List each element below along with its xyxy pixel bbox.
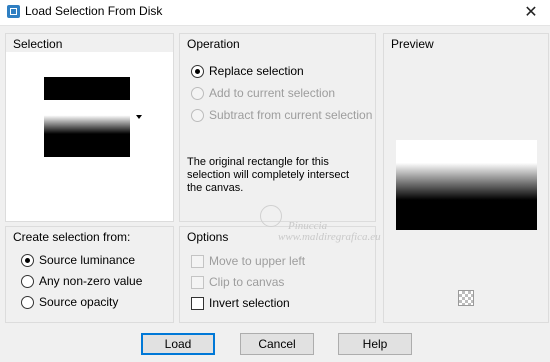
preview-panel: Preview	[383, 33, 549, 323]
radio-indicator[interactable]	[191, 86, 204, 100]
radio-add-to-selection[interactable]: Add to current selection	[191, 85, 335, 101]
create-selection-from-body: Source luminance Any non-zero value Sour…	[6, 245, 173, 322]
radio-label: Add to current selection	[209, 86, 336, 100]
checkbox-clip-to-canvas[interactable]: Clip to canvas	[191, 274, 284, 290]
checkbox-label: Invert selection	[209, 296, 290, 310]
operation-panel: Operation Replace selection Add to curre…	[179, 33, 376, 222]
radio-label: Replace selection	[209, 64, 304, 78]
radio-indicator[interactable]	[191, 108, 204, 122]
operation-header: Operation	[187, 37, 240, 51]
radio-label: Subtract from current selection	[209, 108, 373, 122]
selection-thumbnail-gradient	[44, 100, 130, 134]
radio-any-non-zero-value[interactable]: Any non-zero value	[21, 273, 142, 289]
watermark-line2: www.maldiregrafica.eu	[278, 231, 381, 243]
checkbox-move-to-upper-left[interactable]: Move to upper left	[191, 253, 305, 269]
selection-thumbnail[interactable]	[44, 77, 130, 157]
radio-source-luminance[interactable]: Source luminance	[21, 252, 135, 268]
radio-indicator[interactable]	[21, 295, 34, 309]
radio-label: Any non-zero value	[39, 274, 143, 288]
radio-source-opacity[interactable]: Source opacity	[21, 294, 118, 310]
title-bar: Load Selection From Disk ✕	[0, 0, 550, 26]
radio-indicator[interactable]	[21, 253, 34, 267]
selection-header: Selection	[13, 37, 63, 51]
checkbox-label: Move to upper left	[209, 254, 306, 268]
selection-panel: Selection	[5, 33, 174, 222]
checkbox-box[interactable]	[191, 275, 204, 289]
selection-panel-body	[6, 52, 173, 221]
radio-label: Source luminance	[39, 253, 136, 267]
chevron-down-icon[interactable]	[136, 115, 142, 119]
radio-replace-selection[interactable]: Replace selection	[191, 63, 304, 79]
create-selection-from-header: Create selection from:	[13, 230, 131, 244]
help-button[interactable]: Help	[338, 333, 412, 355]
operation-panel-body: Replace selection Add to current selecti…	[180, 52, 375, 221]
checkbox-invert-selection[interactable]: Invert selection	[191, 295, 290, 311]
selection-app-icon	[7, 5, 20, 18]
operation-info-text: The original rectangle for this selectio…	[187, 156, 350, 194]
preview-panel-body	[384, 52, 548, 322]
cancel-button[interactable]: Cancel	[240, 333, 314, 355]
preview-image	[396, 140, 537, 230]
load-button[interactable]: Load	[141, 333, 215, 355]
checkbox-label: Clip to canvas	[209, 275, 285, 289]
checkbox-box[interactable]	[191, 254, 204, 268]
radio-label: Source opacity	[39, 295, 119, 309]
create-selection-from-panel: Create selection from: Source luminance …	[5, 226, 174, 323]
close-icon[interactable]: ✕	[522, 2, 540, 22]
radio-indicator[interactable]	[191, 64, 204, 78]
radio-subtract-from-selection[interactable]: Subtract from current selection	[191, 107, 372, 123]
transparency-checker-icon[interactable]	[458, 290, 474, 306]
window-title: Load Selection From Disk	[25, 4, 163, 18]
watermark-heart-icon	[260, 205, 282, 227]
preview-image-gradient	[396, 140, 537, 200]
checkbox-box[interactable]	[191, 296, 204, 310]
preview-header: Preview	[391, 37, 434, 51]
options-panel-body: Move to upper left Clip to canvas Invert…	[180, 245, 375, 322]
radio-indicator[interactable]	[21, 274, 34, 288]
